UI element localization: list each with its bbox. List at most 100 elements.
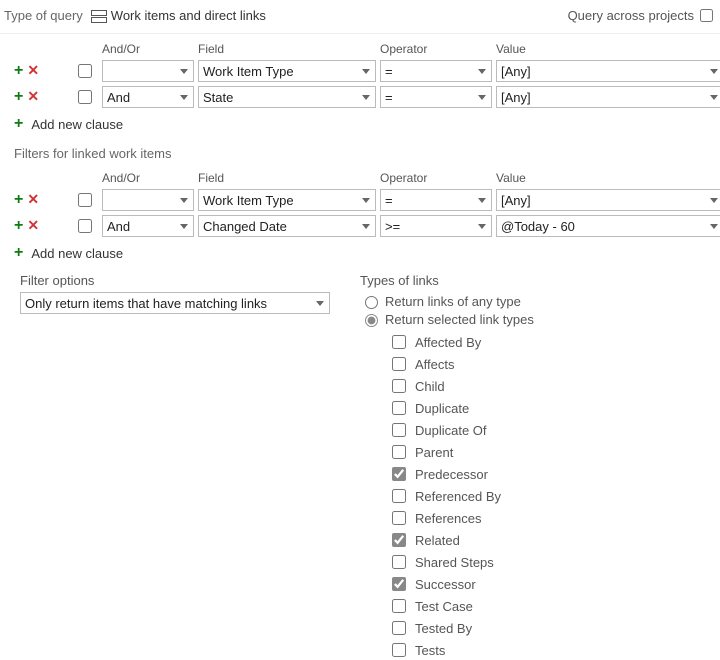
- query-across-projects-checkbox[interactable]: [700, 9, 713, 22]
- link-type-option[interactable]: Referenced By: [388, 486, 690, 506]
- link-type-checkbox[interactable]: [392, 599, 406, 613]
- insert-clause-icon[interactable]: +: [14, 89, 23, 105]
- header-value: Value: [496, 42, 720, 56]
- linked-filters-title: Filters for linked work items: [0, 138, 720, 163]
- link-type-checkbox[interactable]: [392, 379, 406, 393]
- clause-group-checkbox[interactable]: [78, 64, 92, 78]
- clause-andor-select[interactable]: [102, 86, 194, 108]
- link-type-option[interactable]: Successor: [388, 574, 690, 594]
- link-type-option[interactable]: Affects: [388, 354, 690, 374]
- type-of-query-label: Type of query: [4, 8, 83, 23]
- link-type-checkbox[interactable]: [392, 577, 406, 591]
- link-types-label: Types of links: [360, 273, 690, 288]
- filter-options-select[interactable]: [20, 292, 330, 314]
- link-type-option[interactable]: Duplicate Of: [388, 420, 690, 440]
- link-type-checkbox[interactable]: [392, 335, 406, 349]
- lower-options-row: Filter options Types of links Return lin…: [0, 267, 720, 660]
- clause-operator-select[interactable]: [380, 189, 492, 211]
- link-types-radio-any-label: Return links of any type: [385, 294, 521, 309]
- link-type-option[interactable]: Duplicate: [388, 398, 690, 418]
- link-type-label: Successor: [415, 577, 476, 592]
- link-types-radio-selected[interactable]: Return selected link types: [360, 310, 690, 328]
- link-type-label: Affects: [415, 357, 455, 372]
- clause-field-select[interactable]: [198, 189, 376, 211]
- link-type-checkbox[interactable]: [392, 555, 406, 569]
- link-type-label: Tests: [415, 643, 445, 658]
- link-type-option[interactable]: Shared Steps: [388, 552, 690, 572]
- link-type-checkbox[interactable]: [392, 445, 406, 459]
- clause-field-select[interactable]: [198, 60, 376, 82]
- clause-andor-select[interactable]: [102, 215, 194, 237]
- link-type-option[interactable]: Parent: [388, 442, 690, 462]
- clause-header-row-linked: And/Or Field Operator Value: [0, 169, 720, 187]
- link-types-radio-any-input[interactable]: [365, 296, 378, 309]
- header-andor: And/Or: [102, 171, 194, 185]
- clause-operator-select[interactable]: [380, 60, 492, 82]
- clause-value-select[interactable]: [496, 60, 720, 82]
- clause-operator-select[interactable]: [380, 86, 492, 108]
- header-operator: Operator: [380, 171, 492, 185]
- link-type-checkbox[interactable]: [392, 621, 406, 635]
- clause-operator-select[interactable]: [380, 215, 492, 237]
- link-type-checkbox[interactable]: [392, 489, 406, 503]
- link-type-option[interactable]: References: [388, 508, 690, 528]
- remove-clause-icon[interactable]: ✕: [27, 192, 39, 208]
- link-type-label: Child: [415, 379, 445, 394]
- direct-links-icon: [91, 10, 105, 22]
- clause-group-checkbox[interactable]: [78, 90, 92, 104]
- clause-value-select[interactable]: [496, 215, 720, 237]
- link-type-label: Tested By: [415, 621, 472, 636]
- insert-clause-icon[interactable]: +: [14, 192, 23, 208]
- link-type-checkbox[interactable]: [392, 423, 406, 437]
- link-types-radio-any[interactable]: Return links of any type: [360, 292, 690, 310]
- remove-clause-icon[interactable]: ✕: [27, 63, 39, 79]
- insert-clause-icon[interactable]: +: [14, 218, 23, 234]
- link-type-option[interactable]: Test Case: [388, 596, 690, 616]
- link-type-option[interactable]: Related: [388, 530, 690, 550]
- linked-clause-row: +✕: [0, 213, 720, 239]
- link-type-option[interactable]: Predecessor: [388, 464, 690, 484]
- link-type-checkbox[interactable]: [392, 643, 406, 657]
- link-type-option[interactable]: Tested By: [388, 618, 690, 638]
- header-field: Field: [198, 171, 376, 185]
- link-type-option[interactable]: Child: [388, 376, 690, 396]
- filter-options-label: Filter options: [20, 273, 340, 288]
- top-clause-row: +✕: [0, 58, 720, 84]
- link-type-label: Related: [415, 533, 460, 548]
- add-new-clause-linked[interactable]: + Add new clause: [0, 239, 123, 267]
- add-new-clause-top[interactable]: + Add new clause: [0, 110, 123, 138]
- header-field: Field: [198, 42, 376, 56]
- link-type-label: Duplicate: [415, 401, 469, 416]
- linked-clause-row: +✕: [0, 187, 720, 213]
- link-type-checkbox[interactable]: [392, 511, 406, 525]
- insert-clause-icon[interactable]: +: [14, 63, 23, 79]
- clause-field-select[interactable]: [198, 215, 376, 237]
- remove-clause-icon[interactable]: ✕: [27, 89, 39, 105]
- add-new-clause-label: Add new clause: [31, 246, 123, 261]
- clause-value-select[interactable]: [496, 86, 720, 108]
- query-type-value-display: Work items and direct links: [91, 8, 266, 23]
- link-type-label: Referenced By: [415, 489, 501, 504]
- link-type-label: References: [415, 511, 481, 526]
- link-type-option[interactable]: Tests: [388, 640, 690, 660]
- clause-value-select[interactable]: [496, 189, 720, 211]
- link-type-label: Affected By: [415, 335, 481, 350]
- link-type-option[interactable]: Affected By: [388, 332, 690, 352]
- link-type-checkbox[interactable]: [392, 357, 406, 371]
- clause-andor-select[interactable]: [102, 60, 194, 82]
- link-type-checkbox[interactable]: [392, 401, 406, 415]
- add-new-clause-label: Add new clause: [31, 117, 123, 132]
- query-type-text: Work items and direct links: [111, 8, 266, 23]
- link-type-checkbox[interactable]: [392, 467, 406, 481]
- link-type-label: Duplicate Of: [415, 423, 487, 438]
- clause-field-select[interactable]: [198, 86, 376, 108]
- remove-clause-icon[interactable]: ✕: [27, 218, 39, 234]
- link-types-radio-selected-input[interactable]: [365, 314, 378, 327]
- link-types-radio-selected-label: Return selected link types: [385, 312, 534, 327]
- clause-andor-select[interactable]: [102, 189, 194, 211]
- clause-group-checkbox[interactable]: [78, 193, 92, 207]
- link-type-checkbox[interactable]: [392, 533, 406, 547]
- clause-group-checkbox[interactable]: [78, 219, 92, 233]
- top-clause-row: +✕: [0, 84, 720, 110]
- query-across-projects-toggle[interactable]: Query across projects: [568, 6, 716, 25]
